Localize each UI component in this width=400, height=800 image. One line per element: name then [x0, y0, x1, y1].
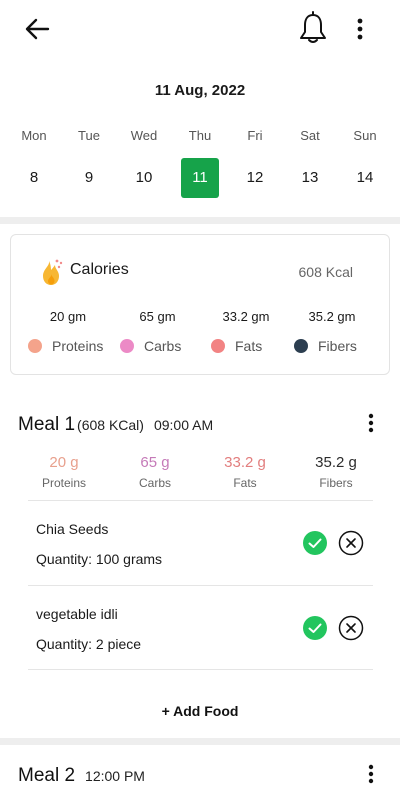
day-name: Thu — [188, 128, 212, 143]
macro-name: Proteins — [52, 337, 104, 354]
section-divider — [0, 738, 400, 745]
macro-value: 65 gm — [139, 309, 176, 324]
stat-value: 33.2 g — [224, 454, 266, 471]
food-name: vegetable idli — [36, 606, 118, 622]
more-vertical-icon — [368, 764, 374, 784]
day-number: 14 — [356, 169, 374, 186]
confirm-food-button[interactable] — [303, 616, 327, 640]
day-fri[interactable]: Fri 12 — [233, 126, 277, 198]
fire-icon — [37, 257, 65, 287]
meal-1-stat-carbs: 65 g Carbs — [110, 454, 200, 490]
day-thu[interactable]: Thu 11 — [178, 126, 222, 198]
meal-time: 09:00 AM — [153, 417, 214, 433]
divider — [28, 585, 373, 586]
stat-value: 20 g — [49, 454, 79, 471]
meal-1-stat-fats: 33.2 g Fats — [200, 454, 290, 490]
day-mon[interactable]: Mon 8 — [12, 126, 56, 198]
fats-color-dot — [211, 338, 225, 353]
stat-value: 65 g — [140, 454, 170, 471]
week-strip: Mon 8 Tue 9 Wed 10 Thu 11 Fri 12 Sat 13 … — [0, 126, 400, 206]
food-quantity: Quantity: 100 grams — [36, 551, 163, 567]
stat-label: Proteins — [41, 476, 87, 490]
close-circle-icon — [338, 530, 364, 556]
macro-value: 35.2 gm — [308, 309, 356, 324]
stat-label: Fibers — [319, 476, 353, 490]
meal-1-stat-proteins: 20 g Proteins — [19, 454, 109, 490]
meal-kcal: (608 KCal) — [77, 417, 144, 433]
remove-food-button[interactable] — [338, 615, 364, 641]
section-divider — [0, 217, 400, 224]
day-name: Wed — [130, 128, 158, 143]
day-tue[interactable]: Tue 9 — [67, 126, 111, 198]
meal-1-stat-fibers: 35.2 g Fibers — [291, 454, 381, 490]
food-quantity: Quantity: 2 piece — [36, 636, 142, 652]
meal-title: Meal 1 — [18, 414, 76, 435]
food-item-chia-seeds: Chia Seeds Quantity: 100 grams — [36, 521, 162, 567]
top-bar — [0, 0, 400, 60]
day-name: Fri — [247, 128, 263, 143]
day-number: 9 — [84, 169, 94, 186]
notifications-button[interactable] — [298, 11, 328, 45]
macro-fibers: 35.2 gm Fibers — [294, 309, 384, 354]
macro-carbs: 65 gm Carbs — [120, 309, 210, 354]
meal-2-header: Meal 2 12:00 PM — [18, 765, 145, 787]
stat-label: Fats — [233, 476, 257, 490]
day-number: 11 — [181, 158, 219, 198]
add-food-button[interactable]: + Add Food — [0, 703, 400, 719]
more-vertical-icon — [357, 18, 363, 40]
confirm-food-button[interactable] — [303, 531, 327, 555]
fibers-color-dot — [294, 338, 308, 353]
macro-name: Fibers — [318, 337, 357, 354]
food-item-vegetable-idli: vegetable idli Quantity: 2 piece — [36, 606, 141, 652]
close-circle-icon — [338, 615, 364, 641]
bell-icon — [300, 11, 326, 43]
divider — [28, 669, 373, 670]
macro-proteins: 20 gm Proteins — [28, 309, 118, 354]
day-name: Sun — [353, 128, 377, 143]
day-number: 10 — [135, 169, 153, 186]
meal-1-header: Meal 1 (608 KCal) 09:00 AM — [18, 414, 213, 436]
more-options-button[interactable] — [350, 16, 370, 42]
more-vertical-icon — [368, 413, 374, 433]
food-name: Chia Seeds — [36, 521, 109, 537]
stat-label: Carbs — [138, 476, 171, 490]
macro-name: Carbs — [144, 337, 182, 354]
check-circle-icon — [303, 531, 327, 555]
day-number: 13 — [301, 169, 319, 186]
macro-value: 33.2 gm — [222, 309, 270, 324]
meal-title: Meal 2 — [18, 765, 76, 786]
calories-card: Calories 608 Kcal 20 gm Proteins 65 gm C… — [10, 234, 390, 375]
check-circle-icon — [303, 616, 327, 640]
meal-time: 12:00 PM — [85, 768, 145, 784]
back-button[interactable] — [22, 14, 52, 44]
day-name: Sat — [300, 128, 320, 143]
proteins-color-dot — [28, 338, 42, 353]
meal-2-more-button[interactable] — [362, 763, 380, 785]
macro-fats: 33.2 gm Fats — [211, 309, 301, 354]
day-number: 12 — [246, 169, 264, 186]
carbs-color-dot — [120, 338, 134, 353]
day-wed[interactable]: Wed 10 — [122, 126, 166, 198]
day-sat[interactable]: Sat 13 — [288, 126, 332, 198]
day-name: Tue — [78, 128, 100, 143]
day-name: Mon — [21, 128, 47, 143]
remove-food-button[interactable] — [338, 530, 364, 556]
calories-label: Calories — [70, 261, 129, 278]
arrow-left-icon — [25, 18, 50, 40]
macro-value: 20 gm — [49, 309, 87, 324]
calories-value: 608 Kcal — [298, 264, 353, 280]
macro-name: Fats — [235, 337, 263, 354]
day-number: 8 — [29, 169, 39, 186]
divider — [28, 500, 373, 501]
meal-1-more-button[interactable] — [362, 412, 380, 434]
selected-date-title: 11 Aug, 2022 — [154, 82, 246, 99]
stat-value: 35.2 g — [315, 454, 357, 471]
day-sun[interactable]: Sun 14 — [343, 126, 387, 198]
